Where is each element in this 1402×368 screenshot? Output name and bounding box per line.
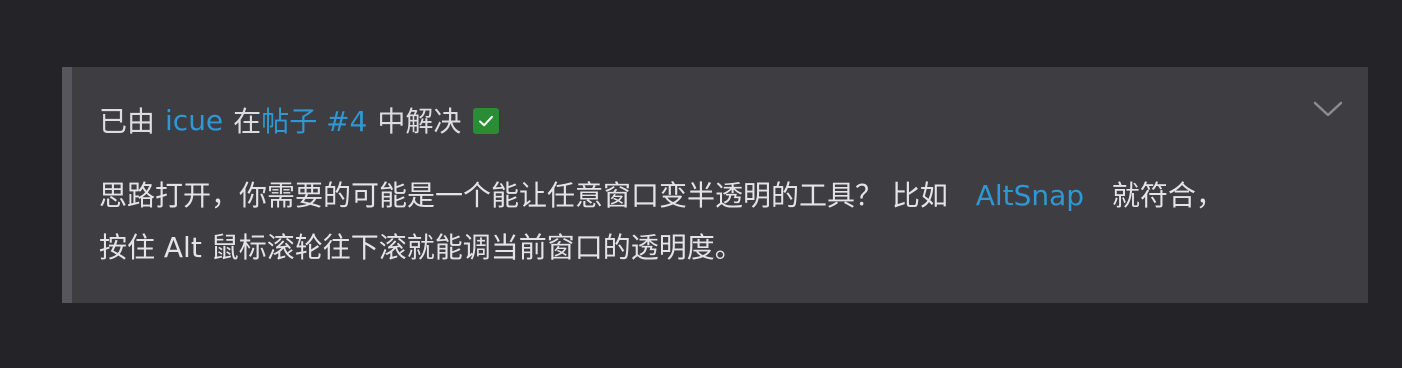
solution-header: 已由 icue 在 帖子 #4 中解决 [99,100,500,140]
solution-line-2: 按住 Alt 鼠标滚轮往下滚就能调当前窗口的透明度。 [99,231,743,264]
post-link[interactable]: 帖子 #4 [261,100,367,140]
solved-suffix: 中解决 [377,105,462,138]
line1-text-after: 就符合， [1111,179,1224,212]
line1-text-before: 思路打开，你需要的可能是一个能让任意窗口变半透明的工具？ 比如 [99,179,948,212]
accepted-solution-box: 已由 icue 在 帖子 #4 中解决 思路打开，你需要的可能是一个能让任意窗口… [62,67,1368,303]
solved-prefix: 已由 [99,105,156,138]
user-link[interactable]: icue [165,104,223,137]
altsnap-link[interactable]: AltSnap [976,179,1084,212]
solution-line-1: 思路打开，你需要的可能是一个能让任意窗口变半透明的工具？ 比如 AltSnap … [99,170,1329,222]
in-text: 在 [233,105,262,138]
solution-body: 思路打开，你需要的可能是一个能让任意窗口变半透明的工具？ 比如 AltSnap … [99,170,1329,274]
chevron-down-icon[interactable] [1312,99,1344,119]
checkbox-checked-icon [473,108,500,134]
